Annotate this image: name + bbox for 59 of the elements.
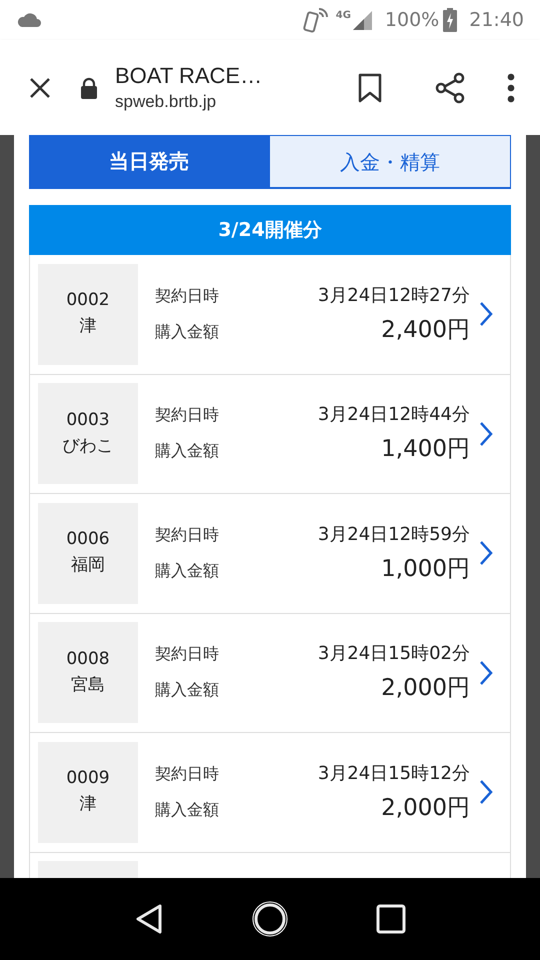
field-label: 契約日時 xyxy=(155,284,219,306)
venue-name: びわこ xyxy=(62,434,114,458)
share-icon xyxy=(434,72,466,104)
race-number: 0003 xyxy=(66,408,110,432)
contract-datetime: 3月24日15時12分 xyxy=(318,762,470,786)
tab[interactable]: 入金・精算 xyxy=(269,135,511,187)
cloud-icon xyxy=(16,12,42,28)
lock-icon xyxy=(80,76,98,98)
purchase-amount: 2,000円 xyxy=(381,794,470,822)
venue-name: 福岡 xyxy=(71,554,105,578)
contract-datetime: 3月24日15時02分 xyxy=(318,642,470,666)
contract-datetime: 3月24日12時59分 xyxy=(318,522,470,546)
tab[interactable]: 当日発売 xyxy=(29,135,269,187)
race-number: 0006 xyxy=(66,528,110,552)
contract-datetime: 3月24日12時44分 xyxy=(318,403,470,427)
field-label: 購入金額 xyxy=(155,440,219,462)
signal-icon xyxy=(350,9,373,31)
chevron-right-icon xyxy=(478,301,494,328)
field-label: 購入金額 xyxy=(155,560,219,582)
battery-charging-icon xyxy=(443,8,458,32)
race-number: 0008 xyxy=(66,648,110,671)
purchase-row[interactable]: 0003 びわこ 契約日時 3月24日12時44分 購入金額 1,400円 xyxy=(30,374,510,494)
home-icon xyxy=(250,900,289,938)
purchase-amount: 2,000円 xyxy=(381,674,470,703)
section-header: 3/24開催分 xyxy=(29,205,511,255)
purchase-row[interactable]: 0008 宮島 契約日時 3月24日15時02分 購入金額 2,000円 xyxy=(30,614,510,733)
field-label: 購入金額 xyxy=(155,798,219,820)
field-label: 契約日時 xyxy=(155,643,219,665)
venue-name: 宮島 xyxy=(71,674,105,697)
contract-datetime: 3月24日12時27分 xyxy=(318,284,470,308)
back-button[interactable] xyxy=(134,903,164,935)
race-number: 0002 xyxy=(66,289,110,312)
purchase-amount: 1,400円 xyxy=(381,435,470,464)
network-type: 4G xyxy=(336,9,351,23)
home-button[interactable] xyxy=(250,900,289,938)
chevron-right-icon xyxy=(478,660,494,686)
field-label: 購入金額 xyxy=(155,320,219,342)
field-label: 契約日時 xyxy=(155,762,219,784)
page-title: BOAT RACE… xyxy=(115,62,264,90)
recents-icon xyxy=(376,904,406,934)
battery-percent: 100% xyxy=(384,8,440,33)
venue-name: 津 xyxy=(80,315,96,338)
race-number: 0009 xyxy=(66,767,110,790)
field-label: 契約日時 xyxy=(155,404,219,426)
purchase-amount: 2,400円 xyxy=(381,316,470,344)
recents-button[interactable] xyxy=(376,904,406,934)
venue-name: 津 xyxy=(80,793,96,816)
close-icon xyxy=(29,76,51,98)
back-icon xyxy=(134,903,164,935)
page-url: spweb.brtb.jp xyxy=(115,90,218,112)
chevron-right-icon xyxy=(478,540,494,566)
field-label: 契約日時 xyxy=(155,524,219,546)
chevron-right-icon xyxy=(478,420,494,447)
field-label: 購入金額 xyxy=(155,679,219,701)
bookmark-icon xyxy=(358,72,382,102)
chevron-right-icon xyxy=(478,779,494,806)
clock: 21:40 xyxy=(469,8,524,33)
purchase-amount: 1,000円 xyxy=(381,554,470,584)
more-menu-icon xyxy=(507,72,515,102)
